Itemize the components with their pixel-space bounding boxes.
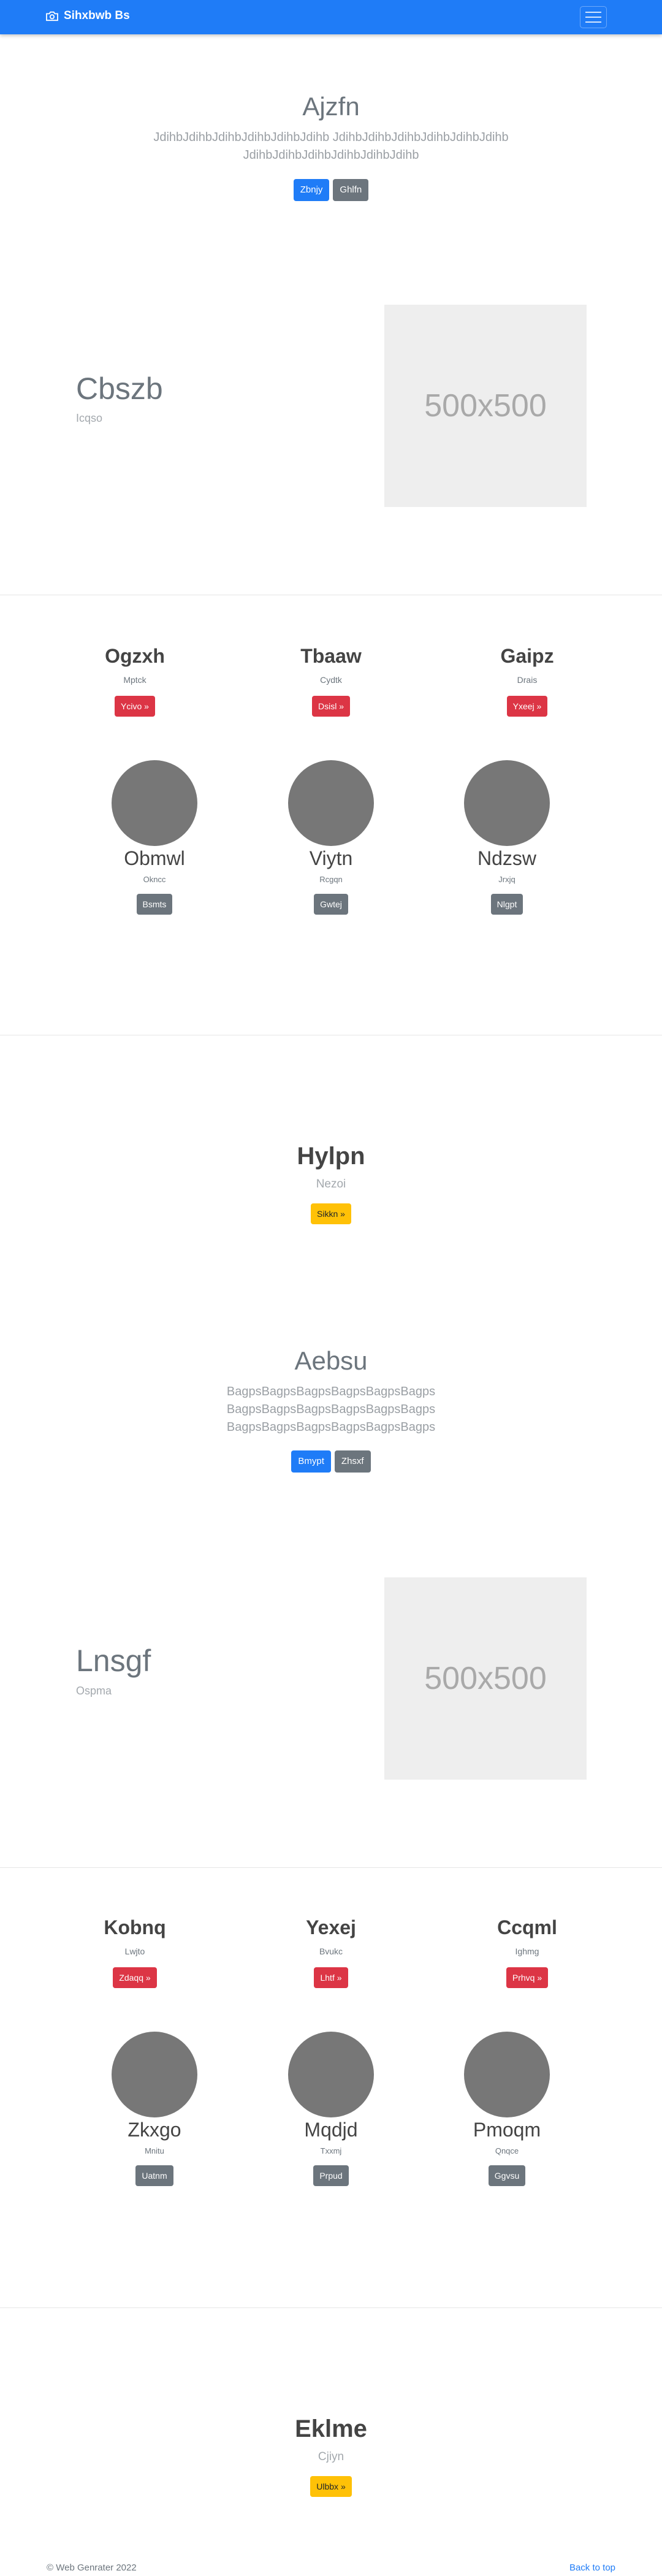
- card-title: Ccqml: [497, 1916, 557, 1938]
- hero-lead-line-2: JdihbJdihbJdihbJdihbJdihbJdihb: [243, 148, 419, 162]
- hero-lead-line-1: JdihbJdihbJdihbJdihbJdihbJdihb JdihbJdih…: [153, 131, 509, 144]
- camera-icon: [46, 11, 58, 21]
- placeholder-label: 500x500: [424, 1661, 547, 1696]
- card-text: Cydtk: [320, 675, 342, 685]
- back-to-top-link[interactable]: Back to top: [569, 2563, 615, 2573]
- card-text: Ighmg: [515, 1946, 539, 1956]
- card-title: Ogzxh: [105, 645, 165, 667]
- footer-copyright: © Web Genrater 2022: [47, 2563, 137, 2573]
- hero-primary-button[interactable]: Zbnjy: [293, 179, 330, 201]
- feature-title: Lnsgf: [76, 1644, 151, 1678]
- member-text: Rcgqn: [319, 875, 343, 884]
- team-member: Obmwl Okncc Bsmts: [93, 760, 216, 915]
- member-name: Pmoqm: [473, 2119, 541, 2141]
- card: Kobnq Lwjto Zdaqq »: [49, 1916, 221, 1988]
- avatar: [464, 2032, 550, 2117]
- navbar: Sihxbwb Bs: [0, 0, 662, 34]
- member-name: Obmwl: [124, 847, 185, 869]
- hero-lead-line-2: BagpsBagpsBagpsBagpsBagpsBagps: [226, 1403, 436, 1416]
- card-title: Tbaaw: [300, 645, 362, 667]
- avatar: [112, 760, 197, 846]
- avatar: [288, 2032, 374, 2117]
- navbar-brand[interactable]: Sihxbwb Bs: [45, 9, 130, 23]
- card: Ogzxh Mptck Ycivo »: [49, 645, 221, 717]
- member-button[interactable]: Gwtej: [314, 894, 348, 915]
- member-name: Ndzsw: [477, 847, 536, 869]
- card-button[interactable]: Ycivo »: [115, 696, 155, 717]
- team-member: Pmoqm Qnqce Ggvsu: [446, 2032, 568, 2186]
- cta-section-1: Hylpn Nezoi Sikkn »: [0, 1143, 662, 1224]
- brand-label: Sihxbwb Bs: [64, 9, 130, 22]
- cta-button[interactable]: Sikkn »: [311, 1203, 351, 1224]
- member-name: Zkxgo: [127, 2119, 181, 2141]
- cta-button[interactable]: Ulbbx »: [310, 2476, 352, 2497]
- cta-subtitle: Cjiyn: [318, 2450, 344, 2463]
- card: Ccqml Ighmg Prhvq »: [441, 1916, 613, 1988]
- placeholder-label: 500x500: [424, 388, 547, 424]
- member-name: Mqdjd: [304, 2119, 358, 2141]
- avatar: [112, 2032, 197, 2117]
- feature-title: Cbszb: [76, 372, 163, 406]
- card-text: Drais: [517, 675, 538, 685]
- hero-title: Aebsu: [294, 1346, 368, 1375]
- card-button[interactable]: Zdaqq »: [113, 1967, 157, 1988]
- card-title: Gaipz: [500, 645, 554, 667]
- team-member: Zkxgo Mnitu Uatnm: [93, 2032, 216, 2186]
- card-button[interactable]: Dsisl »: [311, 696, 350, 717]
- team-member: Viytn Rcgqn Gwtej: [270, 760, 392, 915]
- feature-image-placeholder: 500x500: [384, 305, 587, 507]
- member-button[interactable]: Bsmts: [136, 894, 173, 915]
- team-member: Mqdjd Txxmj Prpud: [270, 2032, 392, 2186]
- member-text: Okncc: [143, 875, 166, 884]
- feature-subtitle: Icqso: [76, 412, 103, 424]
- hero-title: Ajzfn: [302, 92, 360, 121]
- avatar: [288, 760, 374, 846]
- cta-subtitle: Nezoi: [316, 1178, 346, 1191]
- card: Tbaaw Cydtk Dsisl »: [245, 645, 417, 717]
- card-button[interactable]: Lhtf »: [314, 1967, 348, 1988]
- hero-secondary-button[interactable]: Ghlfn: [333, 179, 369, 201]
- cta-title: Eklme: [295, 2415, 367, 2442]
- member-text: Mnitu: [145, 2146, 164, 2155]
- card-text: Bvukc: [319, 1946, 343, 1956]
- hero-lead-line-3: BagpsBagpsBagpsBagpsBagpsBagps: [226, 1420, 436, 1434]
- card-text: Lwjto: [124, 1946, 145, 1956]
- cta-title: Hylpn: [297, 1143, 365, 1170]
- cta-section-2: Eklme Cjiyn Ulbbx »: [0, 2415, 662, 2497]
- member-button[interactable]: Ggvsu: [488, 2165, 526, 2186]
- member-button[interactable]: Uatnm: [135, 2165, 173, 2186]
- hero-secondary-button[interactable]: Zhsxf: [334, 1450, 371, 1473]
- member-button[interactable]: Prpud: [313, 2165, 349, 2186]
- team-member: Ndzsw Jrxjq Nlgpt: [446, 760, 568, 915]
- card-title: Yexej: [306, 1916, 356, 1938]
- feature-image-placeholder: 500x500: [384, 1577, 587, 1780]
- divider: [0, 2307, 662, 2308]
- avatar: [464, 760, 550, 846]
- feature-subtitle: Ospma: [76, 1685, 112, 1697]
- member-name: Viytn: [309, 847, 353, 869]
- member-button[interactable]: Nlgpt: [490, 894, 523, 915]
- divider: [0, 1867, 662, 1868]
- hamburger-icon[interactable]: [580, 6, 607, 28]
- hero-lead-line-1: BagpsBagpsBagpsBagpsBagpsBagps: [226, 1385, 436, 1398]
- member-text: Txxmj: [320, 2146, 342, 2155]
- member-text: Qnqce: [495, 2146, 519, 2155]
- card-button[interactable]: Prhvq »: [506, 1967, 549, 1988]
- hero-primary-button[interactable]: Bmypt: [291, 1450, 331, 1473]
- card: Gaipz Drais Yxeej »: [441, 645, 613, 717]
- card-title: Kobnq: [104, 1916, 166, 1938]
- card-text: Mptck: [123, 675, 146, 685]
- card: Yexej Bvukc Lhtf »: [245, 1916, 417, 1988]
- card-button[interactable]: Yxeej »: [506, 696, 548, 717]
- member-text: Jrxjq: [498, 875, 516, 884]
